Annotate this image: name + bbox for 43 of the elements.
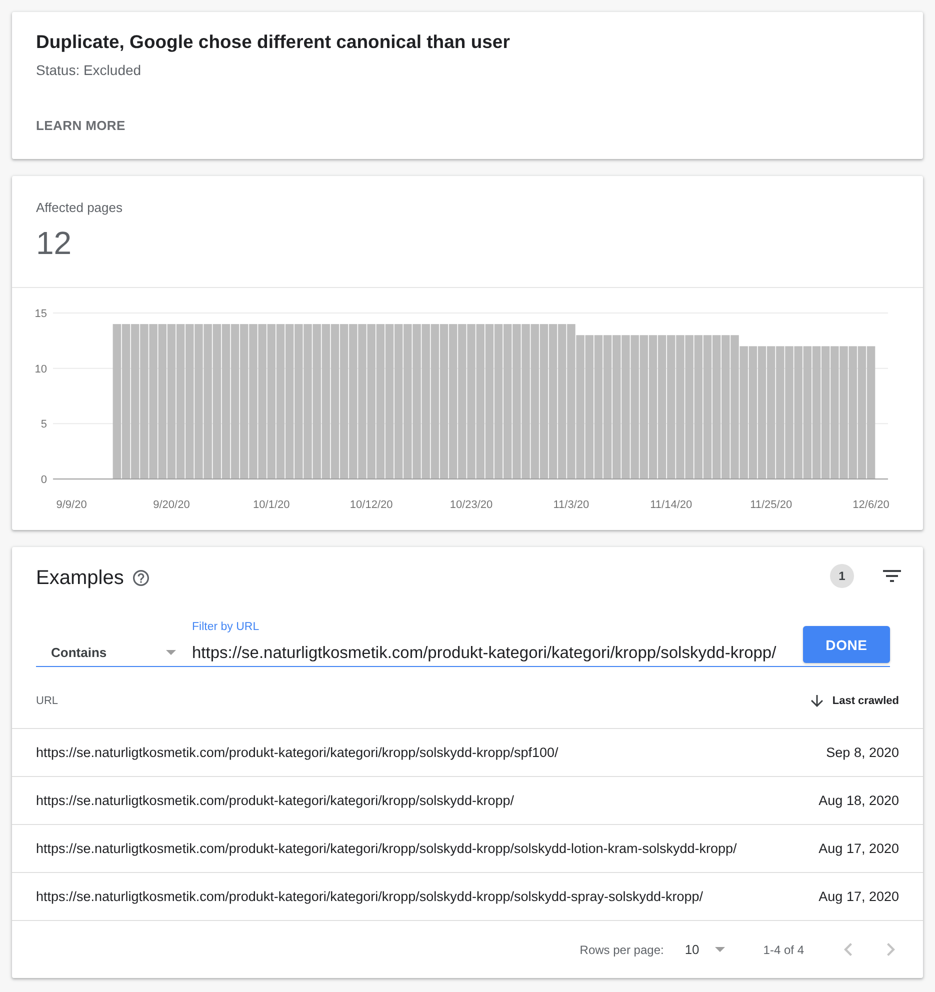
- issue-title: Duplicate, Google chose different canonical than user: [36, 30, 511, 54]
- rows-per-page-select[interactable]: 10: [684, 942, 726, 957]
- x-axis-label: 9/9/20: [56, 499, 87, 511]
- date-cell: Aug 17, 2020: [818, 889, 899, 904]
- chevron-left-icon: [844, 943, 852, 956]
- x-axis-label: 10/1/20: [253, 499, 290, 511]
- y-axis-label: 15: [34, 308, 47, 320]
- affected-pages-label: Affected pages: [36, 199, 124, 217]
- url-cell: https://se.naturligtkosmetik.com/produkt-kategori/kategori/kropp/solskydd-kropp/spf100/: [36, 745, 558, 760]
- learn-more-button[interactable]: LEARN MORE: [28, 107, 134, 143]
- y-axis-label: 0: [40, 474, 47, 486]
- url-cell: https://se.naturligtkosmetik.com/produkt-kategori/kategori/kropp/solskydd-kropp/solskydd-lotion-kram-solskydd-kropp/: [36, 841, 737, 856]
- help-icon[interactable]: [132, 570, 149, 586]
- url-filter-field[interactable]: https://se.naturligtkosmetik.com/produkt-kategori/kategori/kropp/solskydd-kropp/: [192, 640, 795, 666]
- caret-icon: [166, 650, 176, 654]
- issue-status: Status: Excluded: [36, 61, 142, 80]
- match-type-dropdown[interactable]: Contains: [36, 638, 180, 666]
- url-cell: https://se.naturligtkosmetik.com/produkt-kategori/kategori/kropp/solskydd-kropp/: [36, 793, 514, 808]
- x-axis-label: 11/14/20: [650, 499, 692, 511]
- page-range: 1-4 of 4: [763, 942, 804, 956]
- x-axis-label: 9/20/20: [153, 499, 190, 511]
- examples-title: Examples: [36, 566, 124, 591]
- date-cell: Sep 8, 2020: [826, 745, 899, 760]
- url-cell: https://se.naturligtkosmetik.com/produkt-kategori/kategori/kropp/solskydd-kropp/solskydd-spray-solskydd-kropp/: [36, 889, 704, 904]
- done-button[interactable]: DONE: [803, 626, 890, 663]
- date-cell: Aug 17, 2020: [818, 841, 899, 856]
- filter-label: Filter by URL: [192, 620, 260, 634]
- x-axis-label: 12/6/20: [852, 499, 890, 511]
- y-axis-label: 5: [40, 418, 47, 431]
- affected-pages-count: 12: [36, 225, 73, 261]
- caret-icon: [715, 947, 726, 952]
- column-header[interactable]: URL: [36, 694, 58, 706]
- date-cell: Aug 18, 2020: [818, 793, 899, 808]
- chevron-right-icon: [887, 943, 895, 956]
- x-axis-label: 10/12/20: [350, 499, 393, 511]
- filter-icon[interactable]: [883, 570, 901, 582]
- x-axis-label: 11/25/20: [750, 499, 792, 511]
- x-axis-label: 10/23/20: [450, 499, 493, 511]
- rows-per-page-label: Rows per page:: [580, 942, 664, 956]
- y-axis-label: 10: [34, 363, 47, 376]
- x-axis-label: 11/3/20: [553, 499, 590, 511]
- column-header[interactable]: Last crawled: [811, 694, 899, 706]
- filter-count-badge: 1: [830, 564, 854, 588]
